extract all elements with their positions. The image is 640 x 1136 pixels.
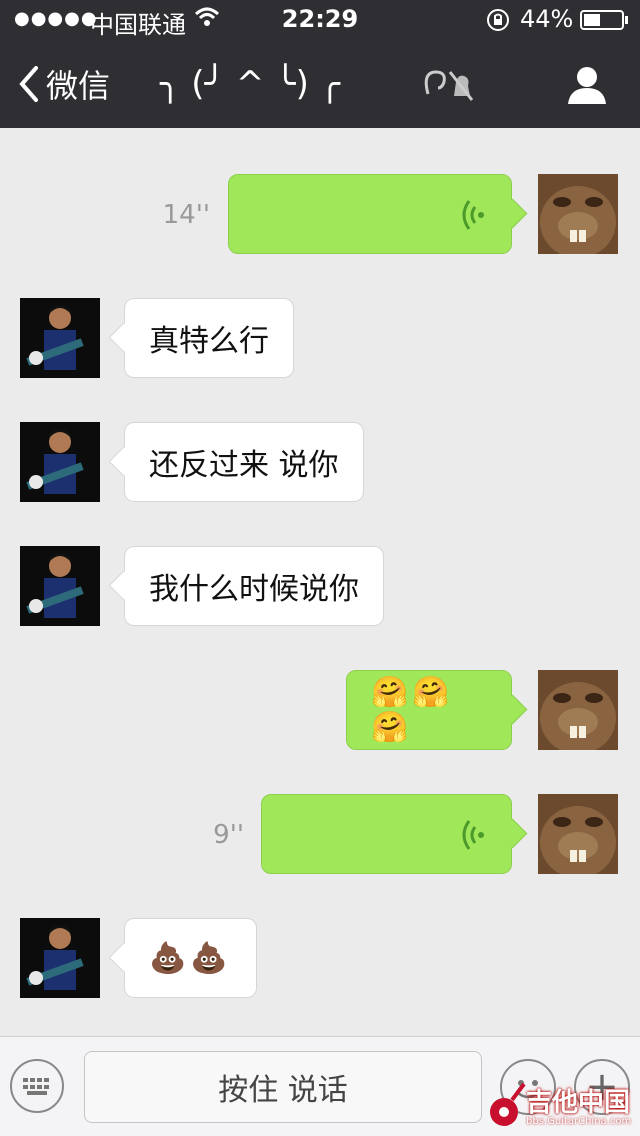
earpiece-mode-icon [418, 68, 474, 106]
contact-avatar[interactable] [20, 546, 100, 626]
text-message-bubble[interactable]: 真特么行 [124, 298, 294, 378]
message-row: 🤗🤗🤗 [0, 670, 640, 750]
watermark-url: bbs.GuitarChina.com [526, 1116, 632, 1127]
hold-to-talk-button[interactable]: 按住 说话 [84, 1051, 482, 1123]
guitar-logo-icon [490, 1082, 526, 1126]
message-row: 我什么时候说你 [0, 546, 640, 626]
back-button[interactable]: 微信 [18, 60, 110, 108]
message-emoji: 🤗🤗🤗 [371, 675, 454, 745]
chat-info-button[interactable] [566, 64, 608, 110]
person-icon [568, 67, 606, 104]
battery-tip [625, 16, 628, 24]
contact-avatar[interactable] [20, 422, 100, 502]
battery-icon [580, 10, 624, 30]
site-watermark: 吉他中国 bbs.GuitarChina.com [486, 1080, 636, 1132]
voice-wave-icon [462, 200, 484, 230]
keyboard-toggle-button[interactable] [10, 1059, 64, 1113]
top-header: ●●●●● 中国联通 22:29 44% 微信 ╮ (╯ ^ ╰) ╭ [0, 0, 640, 128]
chat-area[interactable]: 14'' 真特么行 还反过来 说你 我什么时候说你 🤗🤗🤗 9'' 💩💩 [0, 128, 640, 1036]
voice-duration: 14'' [162, 200, 210, 230]
text-message-bubble[interactable]: 还反过来 说你 [124, 422, 364, 502]
battery-percent: 44% [520, 5, 574, 33]
back-label: 微信 [46, 67, 111, 105]
rotation-lock-icon [486, 8, 510, 38]
my-avatar[interactable] [538, 174, 618, 254]
contact-avatar[interactable] [20, 918, 100, 998]
keyboard-icon [23, 1078, 49, 1095]
battery-fill [584, 14, 600, 26]
message-row: 💩💩 [0, 918, 640, 998]
message-row: 还反过来 说你 [0, 422, 640, 502]
message-text: 还反过来 说你 [149, 448, 339, 483]
message-emoji: 💩💩 [149, 940, 232, 976]
watermark-title: 吉他中国 [526, 1088, 631, 1118]
emoji-message-bubble[interactable]: 🤗🤗🤗 [346, 670, 512, 750]
message-row: 14'' [0, 174, 640, 254]
voice-message-bubble[interactable] [261, 794, 512, 874]
my-avatar[interactable] [538, 794, 618, 874]
voice-duration: 9'' [213, 820, 244, 850]
chevron-left-icon [19, 66, 38, 102]
message-row: 真特么行 [0, 298, 640, 378]
text-message-bubble[interactable]: 我什么时候说你 [124, 546, 384, 626]
message-text: 我什么时候说你 [149, 572, 359, 607]
message-row: 9'' [0, 794, 640, 874]
emoji-message-bubble[interactable]: 💩💩 [124, 918, 257, 998]
voice-wave-icon [462, 820, 484, 850]
nav-bar: 微信 ╮ (╯ ^ ╰) ╭ [0, 40, 640, 128]
my-avatar[interactable] [538, 670, 618, 750]
status-bar: ●●●●● 中国联通 22:29 44% [0, 0, 640, 40]
voice-message-bubble[interactable] [228, 174, 512, 254]
message-text: 真特么行 [149, 324, 269, 359]
contact-avatar[interactable] [20, 298, 100, 378]
